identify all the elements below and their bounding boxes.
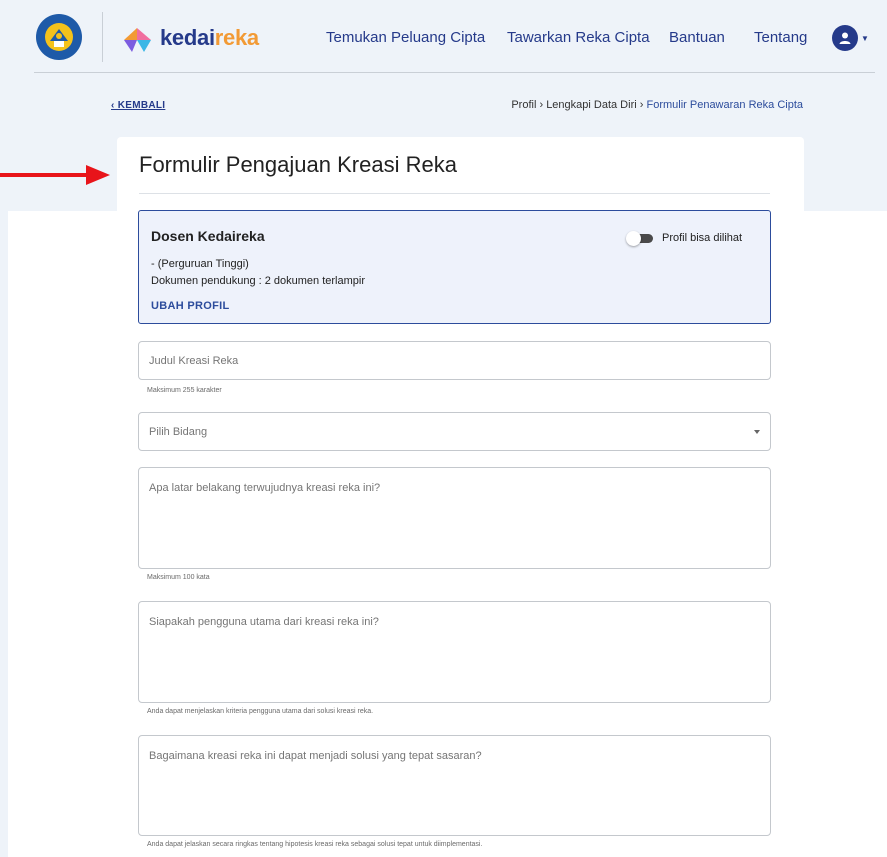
breadcrumb: Profil › Lengkapi Data Diri › Formulir P…	[511, 99, 803, 111]
nav-tawarkan-reka-cipta[interactable]: Tawarkan Reka Cipta	[507, 29, 650, 46]
breadcrumb-item-current: Formulir Penawaran Reka Cipta	[646, 99, 803, 111]
profile-summary-box: Dosen Kedaireka Profil bisa dilihat - (P…	[138, 210, 771, 324]
solution-textarea-hint: Anda dapat jelaskan secara ringkas tenta…	[147, 841, 483, 848]
nav-bantuan[interactable]: Bantuan	[669, 29, 725, 46]
nav-temukan-peluang-cipta[interactable]: Temukan Peluang Cipta	[326, 29, 485, 46]
main-user-textarea-hint: Anda dapat menjelaskan kriteria pengguna…	[147, 708, 374, 715]
chevron-down-icon[interactable]: ▼	[861, 34, 869, 43]
profile-visibility-toggle[interactable]: Profil bisa dilihat	[626, 230, 743, 246]
title-divider	[139, 193, 770, 194]
breadcrumb-separator: ›	[639, 99, 644, 111]
user-avatar-icon[interactable]	[832, 25, 858, 51]
navbar: kedaireka Temukan Peluang Cipta Tawarkan…	[0, 0, 887, 74]
page-title: Formulir Pengajuan Kreasi Reka	[139, 152, 457, 177]
solution-textarea[interactable]: Bagaimana kreasi reka ini dapat menjadi …	[138, 735, 771, 836]
page-left-strip	[0, 211, 8, 857]
title-input[interactable]: Judul Kreasi Reka	[138, 341, 771, 380]
field-select[interactable]: Pilih Bidang	[138, 412, 771, 451]
background-textarea-placeholder: Apa latar belakang terwujudnya kreasi re…	[149, 482, 381, 494]
toggle-knob[interactable]	[626, 230, 641, 246]
breadcrumb-separator: ›	[539, 99, 544, 111]
solution-textarea-placeholder: Bagaimana kreasi reka ini dapat menjadi …	[149, 750, 482, 762]
nav-tentang[interactable]: Tentang	[754, 29, 807, 46]
title-input-hint: Maksimum 255 karakter	[147, 387, 222, 394]
background-textarea-hint: Maksimum 100 kata	[147, 574, 210, 581]
background-textarea[interactable]: Apa latar belakang terwujudnya kreasi re…	[138, 467, 771, 569]
user-menu[interactable]: ▼	[832, 25, 872, 51]
main-nav: Temukan Peluang Cipta Tawarkan Reka Cipt…	[0, 29, 887, 49]
main-user-textarea[interactable]: Siapakah pengguna utama dari kreasi reka…	[138, 601, 771, 703]
edit-profile-link[interactable]: UBAH PROFIL	[151, 300, 229, 312]
back-link[interactable]: ‹ KEMBALI	[111, 100, 165, 111]
toggle-label: Profil bisa dilihat	[662, 232, 743, 244]
navbar-divider	[34, 72, 875, 73]
field-select-placeholder: Pilih Bidang	[149, 426, 208, 438]
chevron-down-icon[interactable]	[754, 430, 760, 434]
breadcrumb-item-profil[interactable]: Profil	[511, 99, 536, 111]
profile-institution: - (Perguruan Tinggi)	[151, 258, 249, 270]
title-input-placeholder: Judul Kreasi Reka	[149, 355, 239, 367]
red-arrow-annotation-icon	[0, 165, 110, 185]
profile-documents: Dokumen pendukung : 2 dokumen terlampir	[151, 275, 366, 287]
profile-name: Dosen Kedaireka	[151, 228, 265, 244]
main-user-textarea-placeholder: Siapakah pengguna utama dari kreasi reka…	[149, 616, 379, 628]
breadcrumb-item-lengkapi-data-diri[interactable]: Lengkapi Data Diri	[546, 99, 637, 111]
toggle-switch[interactable]	[626, 230, 653, 246]
